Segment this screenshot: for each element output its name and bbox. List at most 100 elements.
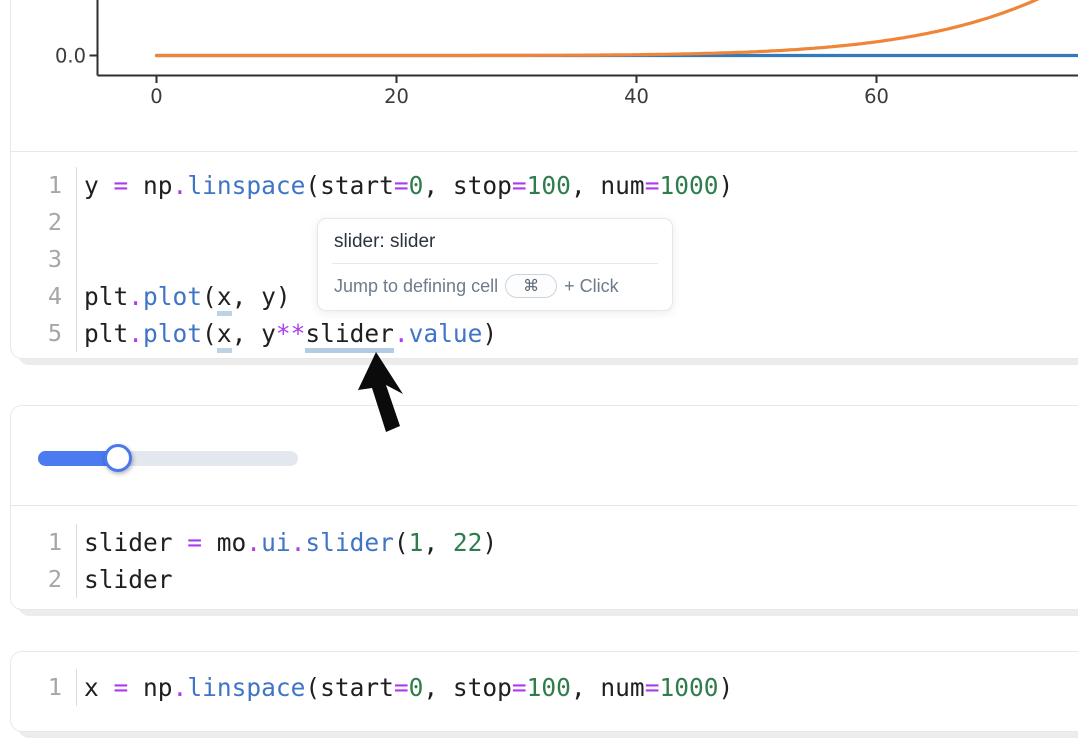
code-token: = xyxy=(512,171,527,200)
code-token: 100 xyxy=(527,673,571,702)
code-token: ) xyxy=(482,528,497,557)
series-line-orange xyxy=(157,0,1063,55)
code-token: ** xyxy=(276,319,306,348)
code-token: ) xyxy=(718,673,733,702)
code-token: mo xyxy=(202,528,246,557)
code-token: 22 xyxy=(453,528,483,557)
code-token: slider xyxy=(84,528,187,557)
code-token: = xyxy=(512,673,527,702)
marimo-notebook: { "app": { "name": "marimo notebook" }, … xyxy=(0,0,1078,746)
code-token: np xyxy=(128,171,172,200)
code-editor[interactable]: 1slider = mo.ui.slider(1, 22)2slider xyxy=(11,506,1078,608)
plot-series-group xyxy=(157,0,1078,55)
code-token: , stop xyxy=(423,673,512,702)
code-token: = xyxy=(114,171,129,200)
code-line-content: y = np.linspace(start=0, stop=100, num=1… xyxy=(77,167,733,204)
slider-track[interactable] xyxy=(38,451,298,466)
line-number: 2 xyxy=(11,561,77,598)
code-token: (start xyxy=(305,673,394,702)
code-token: x xyxy=(217,282,232,316)
code-token: , num xyxy=(571,171,645,200)
line-number: 5 xyxy=(11,315,77,352)
code-token: 1000 xyxy=(659,673,718,702)
code-token: . xyxy=(291,528,306,557)
code-token: . xyxy=(246,528,261,557)
code-token: = xyxy=(394,673,409,702)
code-token: x xyxy=(217,319,232,353)
code-token: plot xyxy=(143,319,202,348)
code-line-content xyxy=(77,204,84,241)
code-token: y xyxy=(84,171,114,200)
hovered-variable-token[interactable]: slider xyxy=(305,319,394,353)
plot-output: 0.0 0 20 40 60 xyxy=(11,0,1078,152)
code-line[interactable]: 1y = np.linspace(start=0, stop=100, num=… xyxy=(11,167,1078,204)
line-number: 1 xyxy=(11,524,77,561)
variable-tooltip: slider: slider Jump to defining cell ⌘ +… xyxy=(317,218,673,311)
code-token: 1 xyxy=(409,528,424,557)
tooltip-action-suffix: + Click xyxy=(564,276,619,297)
code-line-content: slider xyxy=(77,561,173,598)
code-token: . xyxy=(173,171,188,200)
code-token: = xyxy=(187,528,202,557)
code-line-content: x = np.linspace(start=0, stop=100, num=1… xyxy=(77,669,733,706)
code-line-content: plt.plot(x, y**slider.value) xyxy=(77,315,497,352)
output-plot: 0.0 0 20 40 60 xyxy=(11,0,1078,151)
x-tick-label: 60 xyxy=(864,85,889,108)
line-number: 1 xyxy=(11,167,77,204)
code-token: plt xyxy=(84,319,128,348)
code-token: value xyxy=(409,319,483,348)
line-number: 1 xyxy=(11,669,77,706)
command-keycap: ⌘ xyxy=(505,274,557,298)
code-token: ) xyxy=(718,171,733,200)
code-token: = xyxy=(394,171,409,200)
line-number: 3 xyxy=(11,241,77,278)
x-tick-label: 40 xyxy=(624,85,649,108)
command-key-icon: ⌘ xyxy=(523,276,539,296)
code-line[interactable]: 1x = np.linspace(start=0, stop=100, num=… xyxy=(11,669,1078,706)
line-number: 2 xyxy=(11,204,77,241)
line-number: 4 xyxy=(11,278,77,315)
code-token: slider xyxy=(84,565,173,594)
cell-x: 1x = np.linspace(start=0, stop=100, num=… xyxy=(10,651,1078,732)
code-token: = xyxy=(645,171,660,200)
x-tick-label: 20 xyxy=(384,85,409,108)
code-line-content xyxy=(77,241,84,278)
code-token: . xyxy=(394,319,409,348)
code-token: , y xyxy=(232,319,276,348)
code-line-content: plt.plot(x, y) xyxy=(77,278,291,315)
code-token: slider xyxy=(305,528,394,557)
code-token: (start xyxy=(305,171,394,200)
code-token: 0 xyxy=(409,171,424,200)
code-token: ui xyxy=(261,528,291,557)
tooltip-action-label: Jump to defining cell xyxy=(334,276,498,297)
code-token: 1000 xyxy=(659,171,718,200)
code-line[interactable]: 1slider = mo.ui.slider(1, 22) xyxy=(11,524,1078,561)
code-token: linspace xyxy=(187,171,305,200)
code-line[interactable]: 2slider xyxy=(11,561,1078,598)
code-token: , num xyxy=(571,673,645,702)
code-editor[interactable]: 1x = np.linspace(start=0, stop=100, num=… xyxy=(11,652,1078,716)
code-token: . xyxy=(128,282,143,311)
code-token: plt xyxy=(84,282,128,311)
code-line-content: slider = mo.ui.slider(1, 22) xyxy=(77,524,497,561)
code-token: , xyxy=(423,528,453,557)
code-token: ( xyxy=(202,319,217,348)
x-tick-label: 0 xyxy=(150,85,162,108)
code-token: 0 xyxy=(409,673,424,702)
slider-handle[interactable] xyxy=(104,444,132,472)
y-tick-label: 0.0 xyxy=(55,44,86,67)
code-token: ) xyxy=(482,319,497,348)
code-token: 100 xyxy=(527,171,571,200)
slider-output xyxy=(11,406,1078,506)
tooltip-action-row: Jump to defining cell ⌘ + Click xyxy=(318,264,672,310)
code-token: . xyxy=(173,673,188,702)
code-token: . xyxy=(128,319,143,348)
code-line[interactable]: 5plt.plot(x, y**slider.value) xyxy=(11,315,1078,352)
code-token: ( xyxy=(394,528,409,557)
code-token: , stop xyxy=(423,171,512,200)
code-token: , y) xyxy=(232,282,291,311)
code-token: = xyxy=(645,673,660,702)
tooltip-title: slider: slider xyxy=(318,219,672,263)
cell-slider: 1slider = mo.ui.slider(1, 22)2slider xyxy=(10,405,1078,610)
code-token: ( xyxy=(202,282,217,311)
